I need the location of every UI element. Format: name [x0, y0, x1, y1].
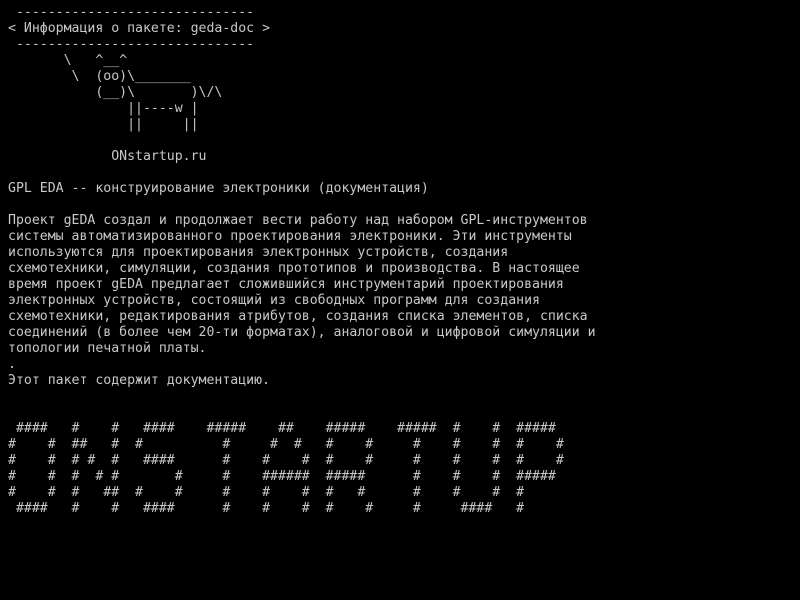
- cowsay-line: \ ^__^: [8, 53, 128, 68]
- description-line: время проект gEDA предлагает сложившийся…: [8, 277, 564, 292]
- header-rule-top: ------------------------------: [8, 5, 255, 20]
- description-line: системы автоматизированного проектирован…: [8, 229, 572, 244]
- description-line: используются для проектирования электрон…: [8, 245, 509, 260]
- cowsay-line: || ||: [8, 117, 199, 132]
- package-note: Этот пакет содержит документацию.: [8, 373, 271, 388]
- description-separator: .: [8, 357, 16, 372]
- description-line: схемотехники, симуляции, создания протот…: [8, 261, 580, 276]
- banner-line: # # # # # # # ###### ##### # # # #####: [8, 469, 556, 484]
- cowsay-line: ||----w |: [8, 101, 199, 116]
- cowsay-line: (__)\ )\/\: [8, 85, 223, 100]
- description-line: Проект gEDA создал и продолжает вести ра…: [8, 213, 588, 228]
- site-label: ONstartup.ru: [8, 149, 207, 164]
- banner-line: # # # # # #### # # # # # # # # # #: [8, 453, 564, 468]
- terminal-screen: ------------------------------ < Информа…: [0, 0, 800, 600]
- description-line: топологии печатной платы.: [8, 341, 207, 356]
- package-summary: GPL EDA -- конструирование электроники (…: [8, 181, 429, 196]
- cowsay-line: \ (oo)\_______: [8, 69, 191, 84]
- banner-line: #### # # #### ##### ## ##### ##### # # #…: [8, 421, 556, 436]
- banner-line: # # # ## # # # # # # # # # # #: [8, 485, 525, 500]
- package-description: Проект gEDA создал и продолжает вести ра…: [8, 213, 800, 357]
- banner-line: # # ## # # # # # # # # # # # #: [8, 437, 564, 452]
- cowsay-art: \ ^__^ \ (oo)\_______ (__)\ )\/\ ||----w…: [8, 53, 800, 133]
- header-rule-bottom: ------------------------------: [8, 37, 255, 52]
- description-line: схемотехники, редактирования атрибутов, …: [8, 309, 588, 324]
- ascii-banner: #### # # #### ##### ## ##### ##### # # #…: [8, 421, 800, 517]
- info-title: < Информация о пакете: geda-doc >: [8, 21, 271, 36]
- banner-line: #### # # #### # # # # # # #### #: [8, 501, 525, 516]
- description-line: электронных устройств, состоящий из своб…: [8, 293, 540, 308]
- description-line: соединений (в более чем 20-ти форматах),…: [8, 325, 596, 340]
